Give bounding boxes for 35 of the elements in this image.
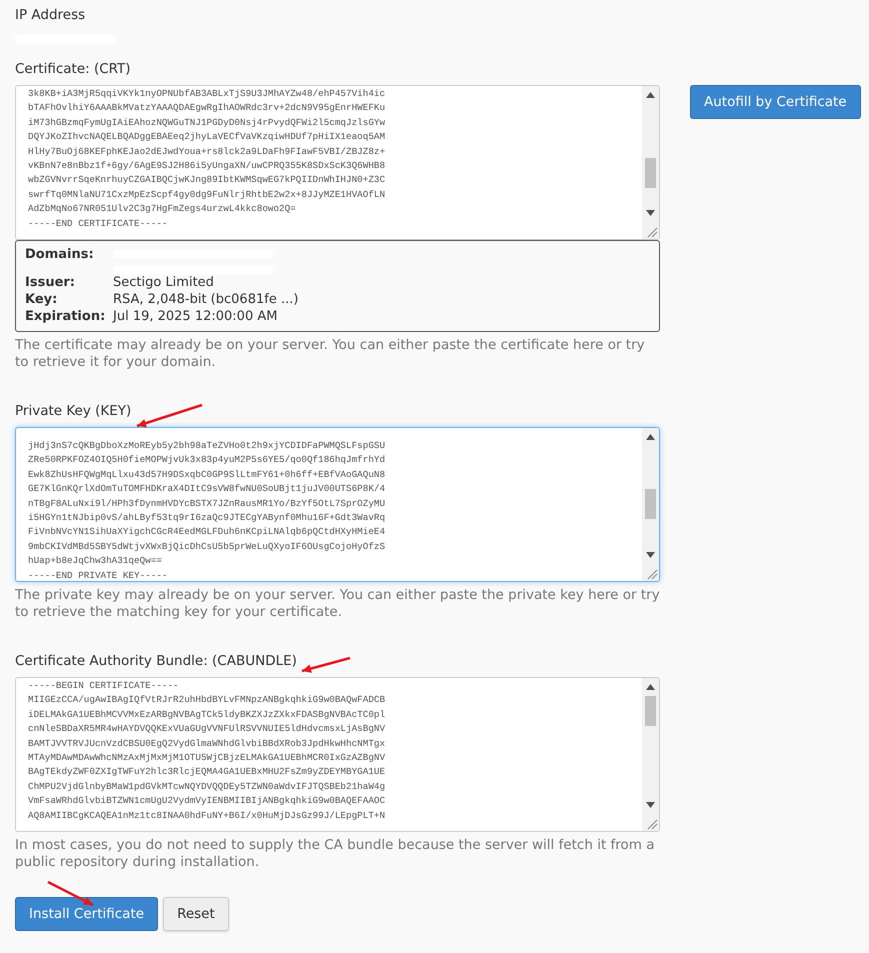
scroll-down-icon[interactable] (646, 210, 655, 216)
scroll-down-icon[interactable] (646, 802, 655, 808)
detail-label: Domains: (25, 246, 95, 264)
help-text: In most cases, you do not need to supply the CA bundle because the server will fetch it from a public repository during installation. (15, 837, 656, 871)
private-key-textarea[interactable]: jHdj3nS7cQKBgDboXzMoREyb5y2bh98aTeZVHo0t2h9xjYCDIDFaPWMQSLFspGSU ZRe50RPKFOZ4OIQ5H0fieMOPWjvUk3x83p4yuM2P5s6YE5/qo0Qf186hqJmfrhYd Ewk8ZhUsHFQWgMqLlxu43d57H9DSxqbC0GP9SlLtmFY61+0h6ff+EBfVAoGAQuN8 GE7KlGnKQrlXdOmTuTOMFHDKraX4DItC9sVW8fwNU0SoUBjt1juJV00UTS6P8K/4 nTBgF8ALuNxi9l/HPh3fDynmHVDYcBSTX7JZnRausMR1Yo/BzYf5OtL7SprOZyMU i5HGYn1tNJbip0vS/ahLByf53tq9rI6zaQc9JTECgYABynf0Mhu16F+Gdt3WavRq FiVnbNVcYN1SihUaXYigchCGcR4EedMGLFDuh6nKCpiLNAlqb6pQCtdHXyHMieE4 9mbCKIVdMBd5SBY5dWtjvXWxBjQicDhCsU5b5prWeLuQXyoIF6OUsgCojoHyOfzS hUap+b8eJqChw3hA31qeQw== -----END PRIVATE KEY----- (15, 427, 660, 582)
detail-value: RSA, 2,048-bit (bc0681fe ...) (113, 291, 300, 308)
resize-grip-icon[interactable] (642, 564, 659, 581)
detail-value: Sectigo Limited (113, 274, 215, 291)
scrollbar[interactable] (642, 428, 659, 564)
field-label: Certificate: (CRT) (15, 60, 131, 79)
certificate-textarea[interactable]: 3k8KB+iA3MjR5qqiVKYk1nyOPNUbfAB3ABLxTjS9U3JMhAYZw48/ehP457Vih4ic bTAFhOvlhiY6AAABkMVatzYAAAQDAEgwRgIhAOWRdc3rv+2dcN9V95gEnrHWEFKu iM73hGBzmqFymUgIAiEAhozNQWGuTNJ1PGDyD0Nsj4rPvydQFWi2l5cmqJzlsGYw DQYJKoZIhvcNAQELBQADggEBAEeq2jhyLaVECfVaVKzqiwHDUf7pHiIX1eaoq5AM HlHy7BuOj68KEFphKEJao2dEJwdYoua+rs8lck2a9LDaFh9FIawF5VBI/ZBJZ8z+ vKBnN7e8nBbz1f+6gy/6AgE9SJ2H86i5yUngaXN/uwCPRQ355K8SDxScK3Q6WHB8 wbZGVNvrrSqeKnrhuyCZGAIBQCjwKJng89IbtKWMSqwEG7kPQIIDnWhIHJN0+Z3C swrfTq0MNlaNU71CxzMpEzScpf4gy0dg9FuNlrjRhtbE2w2x+8JJyMZE1HVAOfLN AdZbMqNo67NR051Ulv2C3g7HgFmZegs4urzwL4kkc8owo2Q= -----END CERTIFICATE----- (15, 85, 660, 240)
detail-value: Jul 19, 2025 12:00:00 AM (113, 308, 278, 325)
detail-label: Expiration: (25, 308, 106, 325)
scroll-up-icon[interactable] (646, 92, 655, 98)
field-label: Private Key (KEY) (15, 402, 132, 421)
scrollbar[interactable] (642, 678, 659, 814)
help-text: The certificate may already be on your server. You can either paste the certificate here or try to retrieve it for your domain. (15, 337, 646, 371)
help-text: The private key may already be on your server. You can either paste the private key here or try to retrieve the matching key for your certificate. (15, 587, 660, 621)
scrollbar[interactable] (642, 86, 659, 222)
scrollbar-thumb[interactable] (645, 158, 656, 188)
scroll-down-icon[interactable] (646, 552, 655, 558)
scroll-up-icon[interactable] (646, 434, 655, 440)
field-label: IP Address (15, 6, 86, 25)
resize-grip-icon[interactable] (642, 814, 659, 831)
detail-label: Key: (25, 291, 58, 308)
scroll-up-icon[interactable] (646, 684, 655, 690)
ca-bundle-textarea[interactable]: -----BEGIN CERTIFICATE----- MIIGEzCCA/ugAwIBAgIQfVtRJrR2uhHbdBYLvFMNpzANBgkqhkiG9w0BAQwFADCB iDELMAkGA1UEBhMCVVMxEzARBgNVBAgTCk5ldyBKZXJzZXkxFDASBgNVBAcTC0pl cnNleSBDaXR5MR4wHAYDVQQKExVUaGUgVVNFUlRSVVNUIE5ldHdvcmsxLjAsBgNV BAMTJVVTRVJUcnVzdCBSU0EgQ2VydGlmaWNhdGlvbiBBdXRob3JpdHkwHhcNMTgx MTAyMDAwMDAwWhcNMzAxMjMxMjM1OTU5WjCBjzELMAkGA1UEBhMCR0IxGzAZBgNV BAgTEkdyZWF0ZXIgTWFuY2hlc3RlcjEQMA4GA1UEBxMHU2FsZm9yZDEYMBYGA1UE ChMPU2VjdGlnbyBMaW1pdGVkMTcwNQYDVQQDEy5TZWN0aWdvIFJTQSBEb21haW4g VmFsaWRhdGlvbiBTZWN1cmUgU2VydmVyIENBMIIBIjANBgkqhkiG9w0BAQEFAAOC AQ8AMIIBCgKCAQEA1nMz1tc8INAA0hdFuNY+B6I/x0HuMjDJsGz99J/LEpgPLT+N (15, 677, 660, 832)
scrollbar-thumb[interactable] (645, 696, 656, 726)
install-button[interactable]: Install Certificate (15, 897, 158, 931)
resize-grip-icon[interactable] (642, 222, 659, 239)
scrollbar-thumb[interactable] (645, 489, 656, 519)
autofill-button[interactable]: Autofill by Certificate (690, 85, 861, 119)
reset-button[interactable]: Reset (163, 897, 229, 931)
detail-label: Issuer: (25, 274, 76, 291)
field-label: Certificate Authority Bundle: (CABUNDLE) (15, 652, 297, 671)
